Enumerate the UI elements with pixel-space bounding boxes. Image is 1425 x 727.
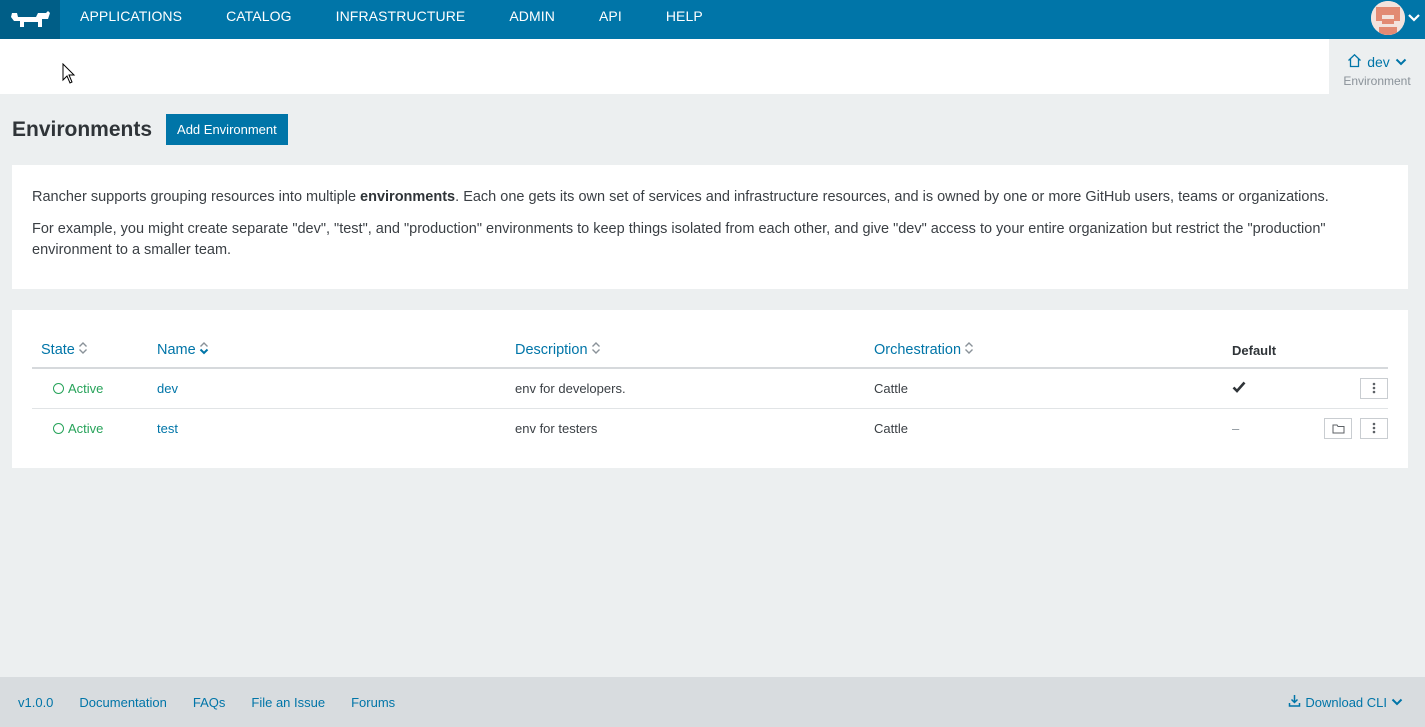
column-header-orchestration[interactable]: Orchestration bbox=[874, 337, 1232, 369]
kebab-icon bbox=[1372, 382, 1376, 394]
sort-icon bbox=[591, 341, 601, 359]
chevron-down-icon bbox=[1395, 54, 1407, 70]
top-nav: APPLICATIONS CATALOG INFRASTRUCTURE ADMI… bbox=[0, 0, 1425, 39]
orchestration-cell: Cattle bbox=[874, 420, 908, 436]
nav-item-help[interactable]: HELP bbox=[644, 0, 725, 39]
environment-switcher-current: dev bbox=[1329, 53, 1425, 71]
actions-cell bbox=[1314, 408, 1388, 448]
environment-label: Environment bbox=[1343, 74, 1411, 88]
status-label: Active bbox=[68, 380, 104, 396]
table-row: Active test env for testers Cattle – bbox=[32, 408, 1388, 448]
footer-documentation-link[interactable]: Documentation bbox=[79, 695, 166, 710]
footer-forums-link[interactable]: Forums bbox=[351, 695, 395, 710]
status-circle-icon bbox=[53, 382, 64, 394]
sub-header: dev Environment bbox=[0, 39, 1425, 94]
footer-version-link[interactable]: v1.0.0 bbox=[18, 695, 53, 710]
folder-icon bbox=[1332, 424, 1345, 434]
footer: v1.0.0 Documentation FAQs File an Issue … bbox=[0, 677, 1425, 727]
environment-switcher[interactable]: dev Environment bbox=[1329, 39, 1425, 94]
default-cell: – bbox=[1232, 408, 1314, 448]
footer-file-issue-link[interactable]: File an Issue bbox=[251, 695, 325, 710]
kebab-icon bbox=[1372, 422, 1376, 434]
environments-table-panel: State Name Description Orchestration Def… bbox=[12, 310, 1408, 468]
column-header-name[interactable]: Name bbox=[157, 337, 515, 369]
column-header-state[interactable]: State bbox=[32, 337, 157, 369]
nav-item-applications[interactable]: APPLICATIONS bbox=[60, 0, 204, 39]
rancher-logo-icon[interactable] bbox=[0, 0, 60, 39]
nav-item-admin[interactable]: ADMIN bbox=[487, 0, 577, 39]
add-environment-button[interactable]: Add Environment bbox=[166, 114, 288, 145]
switch-environment-button[interactable] bbox=[1324, 417, 1353, 439]
not-default-dash: – bbox=[1232, 420, 1240, 436]
download-icon bbox=[1288, 694, 1301, 710]
table-header-row: State Name Description Orchestration Def… bbox=[32, 337, 1388, 369]
orchestration-cell: Cattle bbox=[874, 368, 1232, 409]
column-header-actions bbox=[1314, 337, 1388, 369]
page-header: Environments Add Environment bbox=[12, 114, 288, 145]
name-cell: dev bbox=[157, 368, 515, 409]
environments-table: State Name Description Orchestration Def… bbox=[32, 337, 1388, 448]
home-icon bbox=[1347, 53, 1362, 71]
column-header-description[interactable]: Description bbox=[515, 337, 874, 369]
check-icon bbox=[1232, 381, 1246, 396]
info-panel: Rancher supports grouping resources into… bbox=[12, 165, 1408, 289]
sort-icon bbox=[78, 341, 88, 359]
description-cell: env for testers bbox=[515, 420, 598, 436]
status-label: Active bbox=[68, 420, 104, 436]
avatar-icon bbox=[1371, 1, 1405, 35]
actions-cell bbox=[1314, 368, 1388, 409]
chevron-down-icon bbox=[1407, 10, 1421, 26]
environment-name-link[interactable]: dev bbox=[157, 381, 178, 396]
info-paragraph: For example, you might create separate "… bbox=[32, 221, 1326, 258]
user-menu[interactable] bbox=[1371, 0, 1421, 36]
environment-name-link[interactable]: test bbox=[157, 421, 178, 436]
footer-faqs-link[interactable]: FAQs bbox=[193, 695, 226, 710]
nav-item-api[interactable]: API bbox=[577, 0, 644, 39]
table-row: Active dev env for developers. Cattle bbox=[32, 368, 1388, 409]
column-header-default: Default bbox=[1232, 337, 1314, 369]
nav-menu: APPLICATIONS CATALOG INFRASTRUCTURE ADMI… bbox=[60, 0, 725, 39]
status-circle-icon bbox=[53, 422, 64, 434]
state-cell: Active bbox=[32, 408, 157, 448]
environment-name: dev bbox=[1367, 54, 1390, 70]
download-cli-button[interactable]: Download CLI bbox=[1288, 677, 1403, 727]
chevron-down-icon bbox=[1391, 695, 1403, 710]
name-cell: test bbox=[157, 408, 515, 448]
mouse-cursor-icon bbox=[62, 62, 76, 88]
nav-item-catalog[interactable]: CATALOG bbox=[204, 0, 314, 39]
download-cli-label: Download CLI bbox=[1305, 694, 1387, 710]
more-actions-button[interactable] bbox=[1360, 417, 1388, 439]
page-title: Environments bbox=[12, 117, 153, 141]
more-actions-button[interactable] bbox=[1360, 377, 1388, 399]
nav-item-infrastructure[interactable]: INFRASTRUCTURE bbox=[314, 0, 488, 39]
info-paragraph: Rancher supports grouping resources into… bbox=[32, 189, 1329, 205]
sort-icon bbox=[964, 341, 974, 359]
description-cell: env for developers. bbox=[515, 368, 874, 409]
default-cell bbox=[1232, 368, 1314, 409]
state-cell: Active bbox=[32, 368, 157, 409]
sort-down-icon bbox=[199, 341, 209, 359]
